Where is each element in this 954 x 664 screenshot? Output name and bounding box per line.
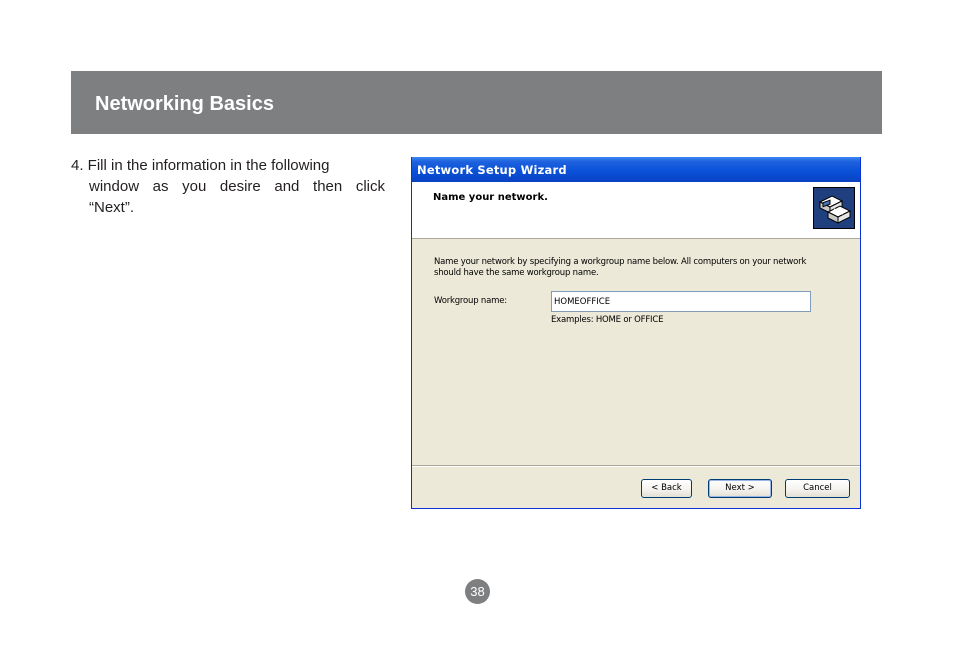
wizard-titlebar[interactable]: Network Setup Wizard (412, 157, 860, 182)
section-header-band: Networking Basics (71, 71, 882, 134)
workgroup-examples-hint: Examples: HOME or OFFICE (551, 315, 664, 325)
workgroup-name-label: Workgroup name: (434, 296, 507, 306)
wizard-button-separator (412, 465, 860, 467)
network-computers-icon (813, 187, 855, 229)
workgroup-name-input[interactable] (551, 291, 811, 312)
wizard-header-banner: Name your network. (412, 182, 860, 239)
wizard-step-heading: Name your network. (433, 192, 548, 203)
next-button[interactable]: Next > (708, 479, 772, 498)
wizard-description-line-2: should have the same workgroup name. (434, 268, 599, 278)
wizard-title: Network Setup Wizard (417, 163, 567, 177)
wizard-description-line-1: Name your network by specifying a workgr… (434, 257, 807, 267)
network-setup-wizard-window: Network Setup Wizard Name your network. (411, 157, 861, 509)
instruction-step: 4. Fill in the information in the follow… (71, 155, 385, 218)
instruction-line-1: 4. Fill in the information in the follow… (71, 157, 330, 174)
cancel-button[interactable]: Cancel (785, 479, 850, 498)
back-button[interactable]: < Back (641, 479, 692, 498)
instruction-line-3: “Next”. (89, 199, 134, 216)
instruction-line-2: window as you desire and then click (89, 178, 385, 195)
section-title: Networking Basics (95, 93, 274, 115)
wizard-description: Name your network by specifying a workgr… (434, 257, 844, 279)
network-computers-icon-graphic (814, 188, 854, 228)
page-number-badge: 38 (465, 579, 490, 604)
